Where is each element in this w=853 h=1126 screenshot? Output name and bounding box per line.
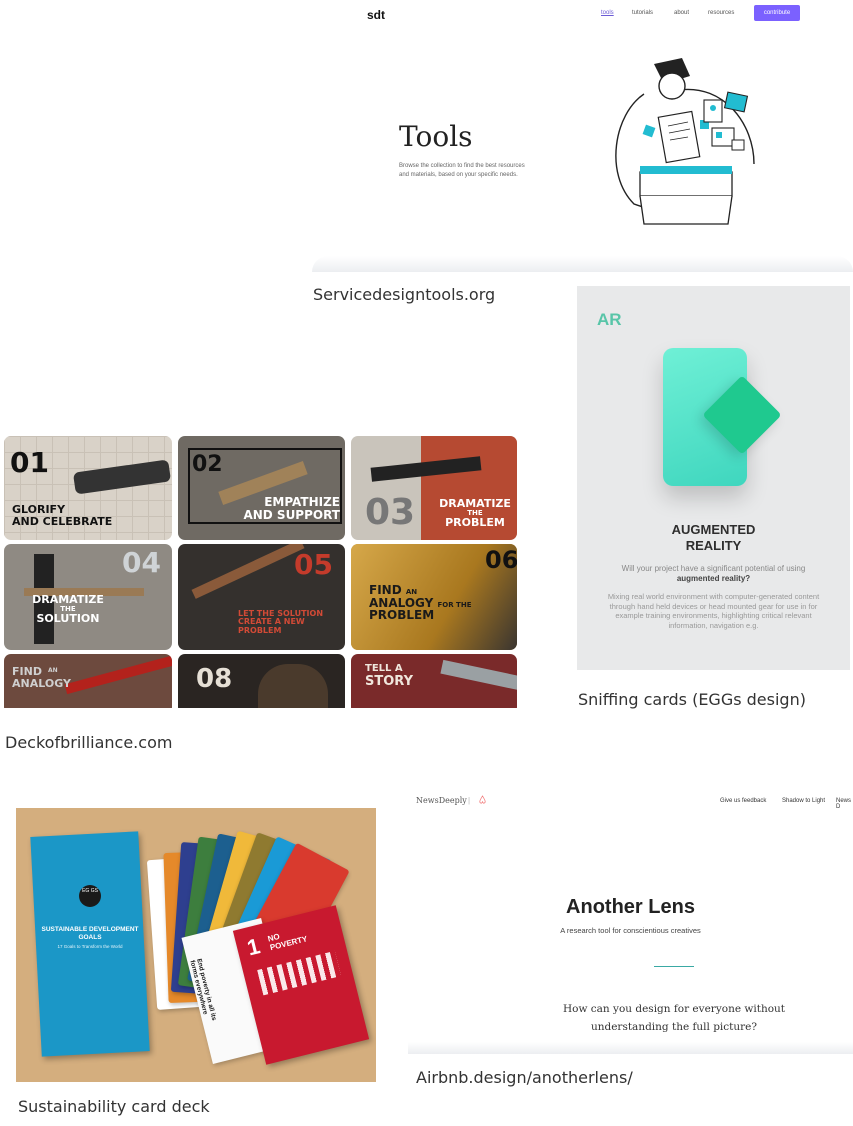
deck-card-number: 08 (196, 664, 233, 694)
illustration-person-with-box (615, 58, 755, 225)
deck-card-label-line: PROBLEM (445, 515, 505, 529)
deck-grid: 01 GLORIFY AND CELEBRATE 02 EMPATHIZE AN… (0, 434, 530, 708)
logo-separator: | (468, 796, 471, 805)
sdt-screenshot: sdt tools tutorials about resources cont… (312, 0, 853, 272)
deck-card: 02 EMPATHIZE AND SUPPORT (178, 436, 345, 540)
deck-card-label: DRAMATIZE THE SOLUTION (18, 594, 118, 624)
airbnb-icon[interactable] (478, 795, 487, 804)
nav-tools[interactable]: tools (601, 10, 614, 16)
deck-card: 04 DRAMATIZE THE SOLUTION (4, 544, 172, 650)
deck-card-number: 02 (192, 452, 223, 477)
nav-shadow-to-light[interactable]: Shadow to Light (782, 798, 825, 804)
card-body: Mixing real world environment with compu… (607, 592, 820, 630)
caption-deck: Deckofbrilliance.com (5, 733, 173, 752)
nav-about[interactable]: about (674, 10, 689, 16)
deck-card-number: 05 (294, 548, 333, 581)
deck-card: 01 GLORIFY AND CELEBRATE (4, 436, 172, 540)
caption-sdt: Servicedesigntools.org (313, 285, 496, 304)
deck-card-label-line: STORY (365, 673, 413, 689)
card-heading-line2: REALITY (685, 538, 742, 553)
deck-card-number: 01 (10, 446, 49, 479)
deck-card-label: TELL A STORY (365, 663, 413, 689)
newsdeeply-logo[interactable]: NewsDeeply (416, 796, 467, 805)
nav-feedback[interactable]: Give us feedback (720, 798, 766, 804)
sniffing-card: AR AUGMENTED REALITY Will your project h… (577, 286, 850, 670)
booklet-subtitle: 17 Goals to Transform the World (57, 944, 123, 949)
deck-card: TELL A STORY (351, 654, 517, 708)
caption-sniffing: Sniffing cards (EGGs design) (578, 690, 806, 709)
deck-card: FIND ANALOGY AN (4, 654, 172, 708)
caption-lens: Airbnb.design/anotherlens/ (416, 1068, 633, 1087)
deck-card-label-line: CREATE A NEW PROBLEM (238, 617, 305, 635)
deck-card-label-small: FOR THE (437, 600, 472, 609)
deck-card-label-line: DRAMATIZE (439, 497, 511, 510)
nav-resources[interactable]: resources (708, 10, 734, 16)
lens-question: How can you design for everyone without … (562, 1003, 786, 1033)
deck-card: 06 FIND AN ANALOGY FOR THE PROBLEM (351, 544, 517, 650)
card-question-text: Will your project have a significant pot… (621, 564, 806, 573)
deck-card-label-line: ANALOGY (12, 676, 71, 690)
caption-sdg: Sustainability card deck (18, 1097, 210, 1116)
divider (654, 966, 694, 967)
another-lens-screenshot: NewsDeeply | Give us feedback Shadow to … (408, 786, 853, 1054)
deck-card-number: 06 (485, 546, 517, 574)
card-number: 1 (244, 933, 263, 961)
section-edge (312, 256, 853, 272)
contribute-button[interactable]: contribute (754, 5, 800, 21)
booklet-title: SUSTAINABLE DEVELOPMENT GOALS (41, 926, 139, 941)
deck-card-label: FIND AN ANALOGY FOR THE PROBLEM (369, 584, 479, 622)
deck-card-label-line: PROBLEM (369, 608, 435, 623)
deck-card-label: DRAMATIZE THE PROBLEM (437, 498, 513, 528)
lens-subtitle: A research tool for conscientious creati… (560, 926, 701, 935)
deck-card-label-small: AN (48, 667, 58, 674)
card-question: Will your project have a significant pot… (607, 564, 820, 584)
deck-card-label-line: TELL A (365, 663, 403, 674)
deck-card-label: EMPATHIZE AND SUPPORT (240, 496, 340, 521)
people-icon (257, 950, 342, 996)
deck-card: 08 (178, 654, 345, 708)
sdg-photo: EG GS SUSTAINABLE DEVELOPMENT GOALS 17 G… (16, 808, 376, 1082)
deck-card-label-line: GLORIFY (12, 503, 66, 516)
deck-card-label-line: SOLUTION (36, 611, 100, 625)
sdt-logo[interactable]: sdt (367, 8, 385, 22)
card-heading-line1: AUGMENTED (671, 522, 756, 537)
deck-card-number: 04 (122, 546, 161, 579)
card-title: NO POVERTY (266, 931, 309, 953)
card-heading: AUGMENTED REALITY (577, 522, 850, 554)
page-title: Tools (399, 120, 473, 153)
deck-card-label-line: AND SUPPORT (243, 507, 340, 522)
deck-card-label: LET THE SOLUTION CREATE A NEW PROBLEM (238, 609, 328, 635)
lens-title: Another Lens (566, 896, 695, 918)
deck-card-number: 03 (365, 492, 416, 533)
ar-badge: AR (597, 310, 622, 329)
deck-card-label-line: DRAMATIZE (32, 593, 104, 606)
deck-card-label: GLORIFY AND CELEBRATE (12, 504, 112, 527)
eggs-logo: EG GS (79, 885, 101, 907)
deck-card: 03 DRAMATIZE THE PROBLEM (351, 436, 517, 540)
card-question-bold: augmented reality? (676, 574, 751, 583)
deck-card-label-line: EMPATHIZE (264, 495, 340, 509)
deck-card: 05 LET THE SOLUTION CREATE A NEW PROBLEM (178, 544, 345, 650)
nav-news[interactable]: News D (836, 798, 853, 810)
deck-card-label: FIND ANALOGY (12, 666, 71, 689)
section-edge (408, 1042, 853, 1054)
page-description: Browse the collection to find the best r… (399, 163, 525, 178)
deck-card-label-line: AND CELEBRATE (12, 514, 113, 528)
nav-tutorials[interactable]: tutorials (632, 10, 653, 16)
